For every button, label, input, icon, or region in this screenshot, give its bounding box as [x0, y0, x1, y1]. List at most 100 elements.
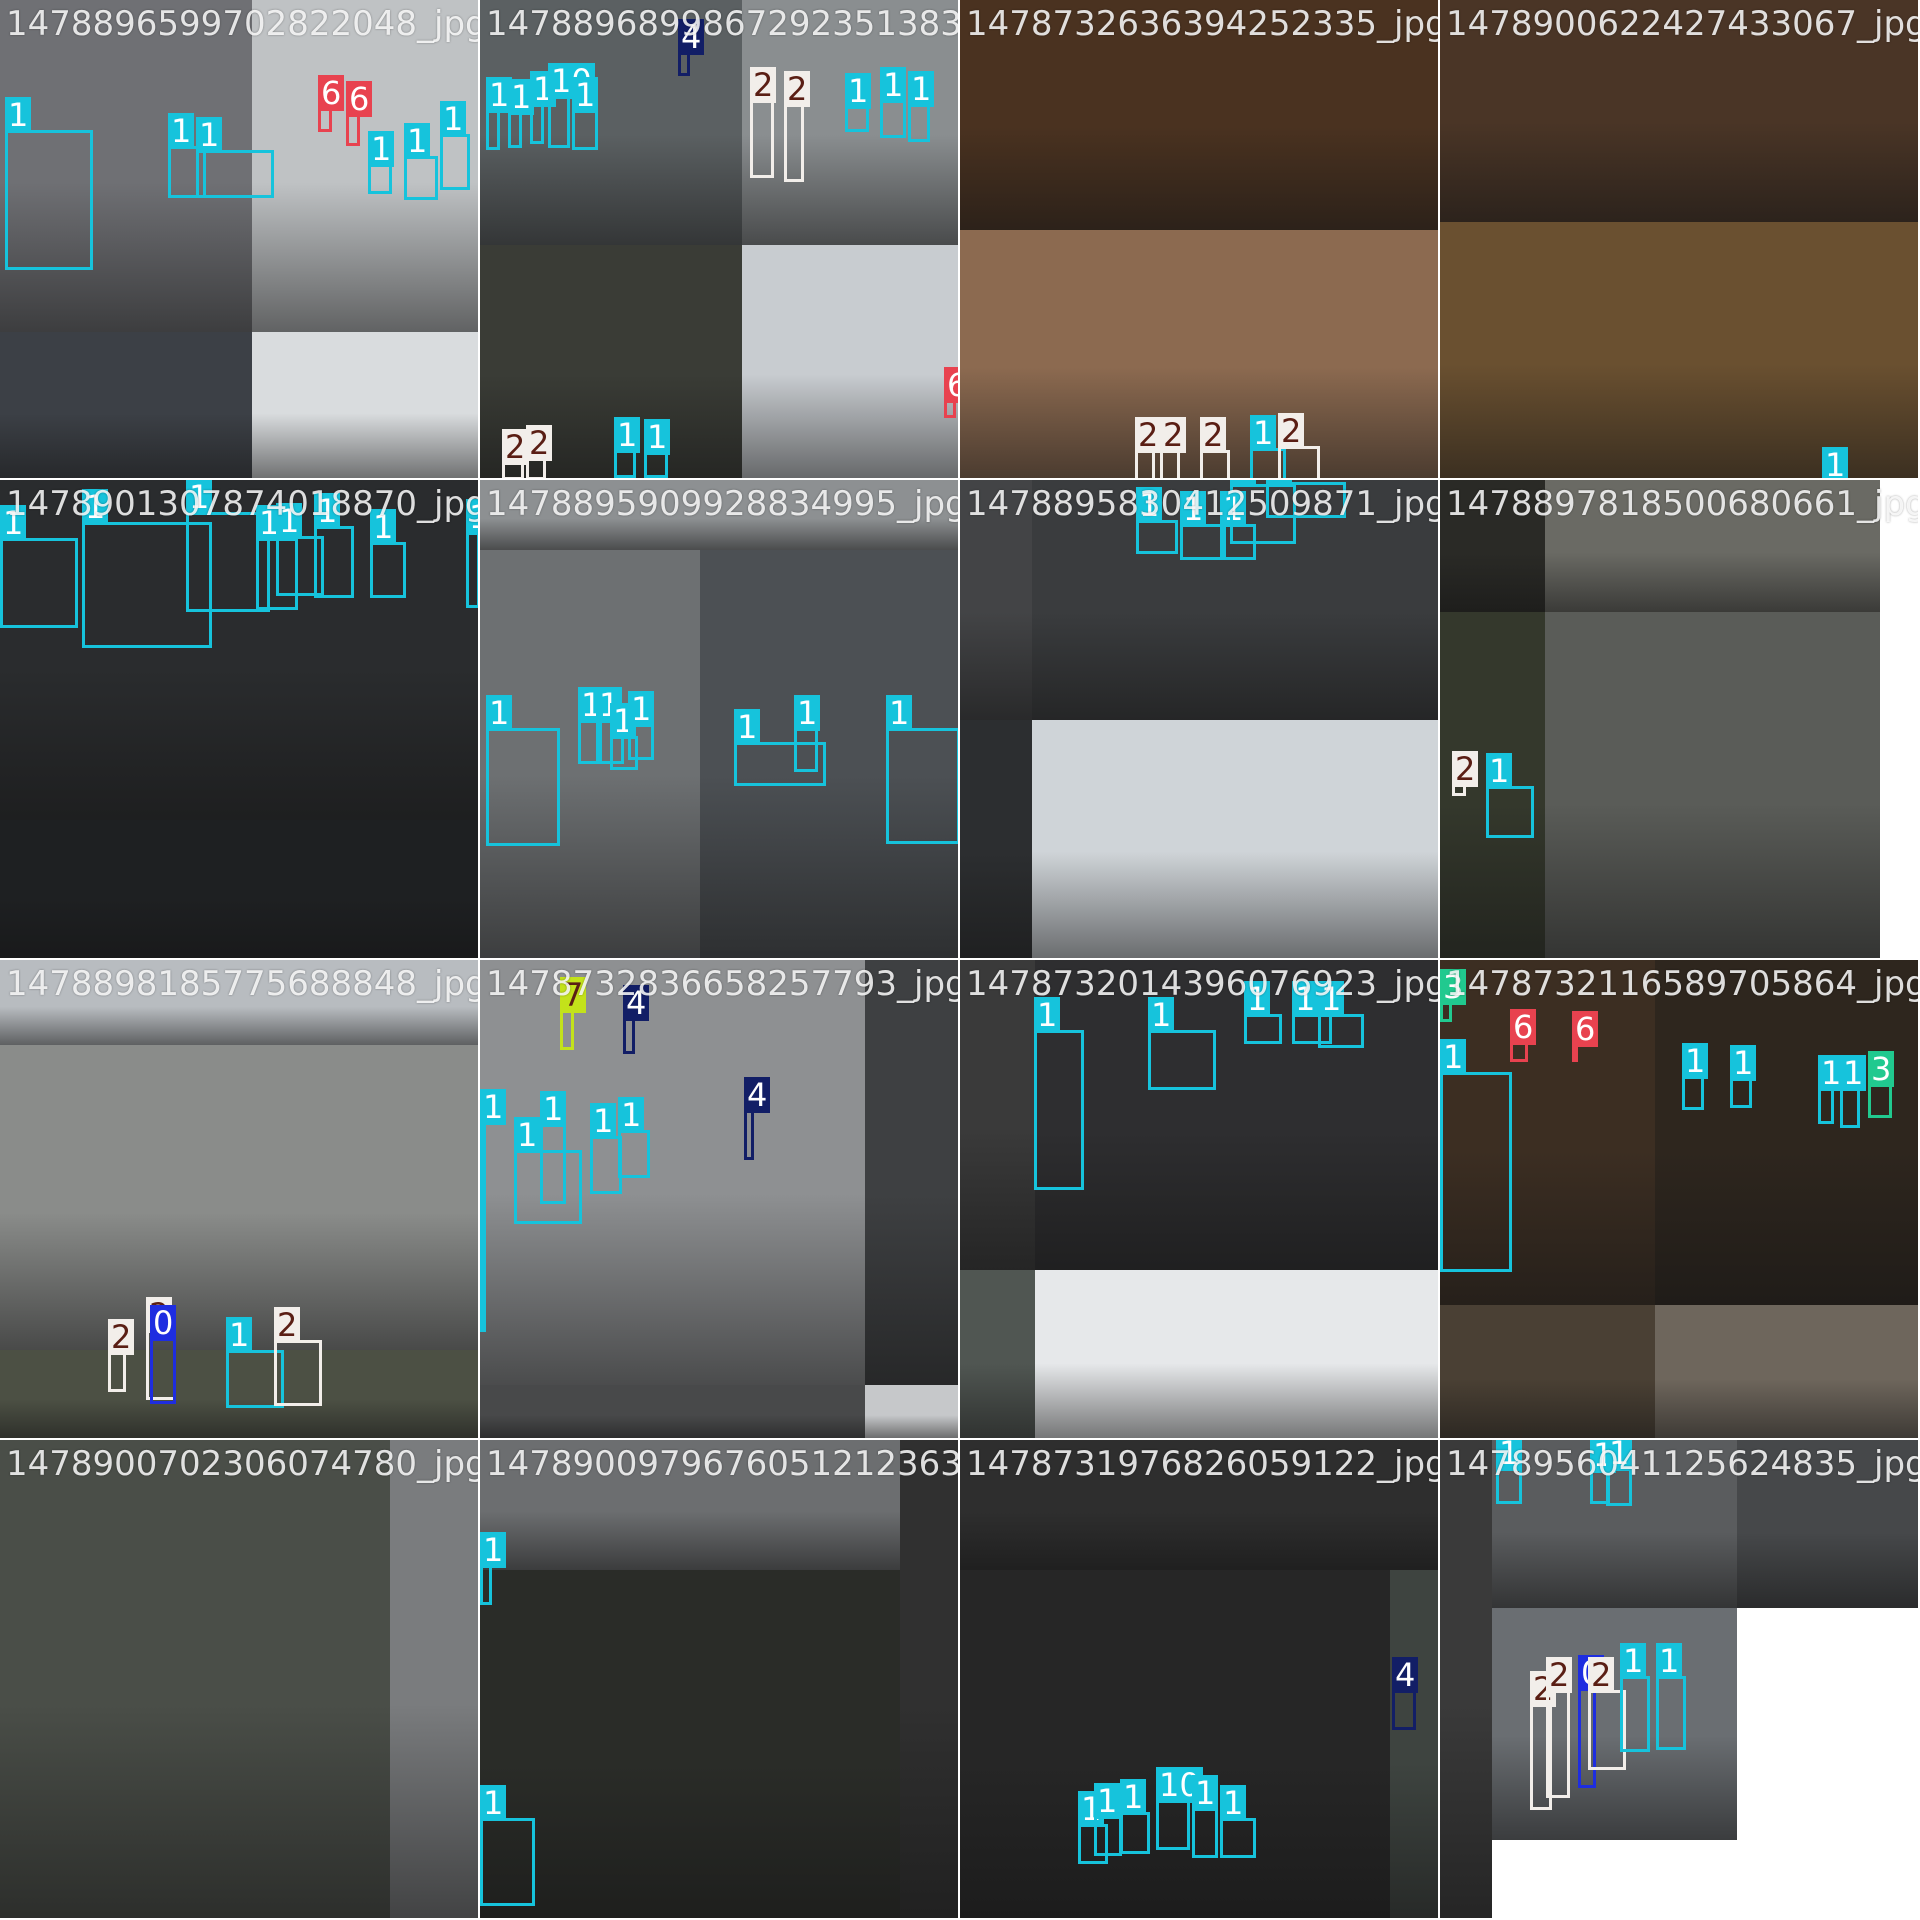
class-label: 1: [514, 1117, 541, 1153]
class-label: 3: [1440, 969, 1467, 1005]
detection-box: 6: [1572, 1011, 1599, 1062]
class-label: 1: [1094, 1783, 1121, 1819]
detection-box: 1: [1840, 1055, 1867, 1128]
class-label: 1: [908, 71, 935, 107]
class-label: 1: [466, 499, 478, 535]
detection-box: 1: [1496, 1440, 1523, 1504]
tile-subimage: [0, 1045, 478, 1350]
tile-subimage: [960, 960, 1035, 1270]
tile-subimage: [480, 1570, 900, 1918]
class-label: 3: [1868, 1051, 1895, 1087]
detection-box: 7: [560, 977, 587, 1050]
mosaic-tile: 1478900702306074780_jpg: [0, 1440, 480, 1920]
class-label: 1: [368, 131, 395, 167]
class-label: 1: [590, 1103, 617, 1139]
class-label: 1: [1682, 1043, 1709, 1079]
mosaic-tile: 111111111478901307874018870_jpg: [0, 480, 480, 960]
class-label: 1: [1192, 1775, 1219, 1811]
detection-box: 2: [1160, 417, 1187, 478]
detection-box: 1: [794, 695, 821, 772]
class-label: 1: [1730, 1045, 1757, 1081]
detection-box: 1: [1318, 981, 1364, 1048]
mosaic-tile: 3 6 6 1 1 1 1 1 3 1478732116589705864_jpg: [1440, 960, 1920, 1440]
tile-subimage: [960, 1440, 1438, 1570]
class-label: 1: [1496, 1440, 1523, 1471]
detection-box: 2: [274, 1307, 322, 1406]
class-label: 2: [1452, 751, 1479, 787]
detection-box: 2: [1278, 413, 1320, 478]
detection-box: 1: [466, 499, 478, 608]
mosaic-tile: 4 1 1 1 10 1 1 1478731976826059122_jpg: [960, 1440, 1440, 1920]
detection-box: 2: [1200, 417, 1230, 478]
class-label: 1: [1656, 1643, 1683, 1679]
detection-box: 4: [1392, 1657, 1419, 1730]
class-label: 1: [1220, 1785, 1247, 1821]
tile-subimage: [960, 720, 1032, 958]
detection-box: 1: [480, 1089, 507, 1332]
tile-subimage: [1655, 960, 1918, 1305]
mosaic-tile: 111111478895830412509871_jpg: [960, 480, 1440, 960]
detection-box: 1: [314, 493, 354, 598]
detection-box: 4: [744, 1077, 771, 1160]
class-label: 6: [1572, 1011, 1599, 1047]
class-label: 1: [1180, 491, 1207, 527]
class-label: 1: [1230, 480, 1257, 487]
mosaic-tile: 7 4 4 1 1 1 1 1 1478732836658257793_jpg: [480, 960, 960, 1440]
class-label: 1: [1148, 997, 1175, 1033]
detection-box: 0: [150, 1305, 177, 1404]
class-label: 2: [1546, 1657, 1573, 1693]
class-label: 1: [314, 493, 341, 529]
class-label: 1: [644, 419, 671, 455]
class-label: 1: [1034, 997, 1061, 1033]
tile-subimage: [1545, 612, 1880, 958]
tile-subimage: [960, 1270, 1035, 1438]
detection-box: 3: [1868, 1051, 1895, 1118]
detection-box: 1: [1730, 1045, 1757, 1108]
class-label: 4: [623, 985, 650, 1021]
tile-subimage: [1440, 222, 1918, 478]
detection-box: 3: [1440, 969, 1467, 1022]
class-label: 1: [480, 1089, 507, 1125]
class-label: 1: [628, 691, 655, 727]
detection-box: 4: [623, 985, 650, 1054]
class-label: 1: [196, 117, 223, 153]
class-label: 1: [845, 73, 872, 109]
class-label: 1: [486, 695, 513, 731]
mosaic-tile: 1 1478900622427433067_jpg: [1440, 0, 1920, 480]
detection-box: 6: [318, 75, 345, 132]
class-label: 1: [734, 709, 761, 745]
detection-box: 1: [1136, 487, 1178, 554]
detection-box: 1: [404, 123, 438, 200]
class-label: 1: [1250, 415, 1277, 451]
class-label: 6: [346, 81, 373, 117]
class-label: 2: [502, 429, 529, 465]
detection-box: 2: [1546, 1657, 1573, 1798]
tile-subimage: [960, 480, 1032, 720]
tile-subimage: [1440, 0, 1918, 222]
detection-box: 1: [1440, 1039, 1512, 1272]
detection-box: 1: [628, 691, 655, 760]
tile-subimage: [1440, 480, 1545, 612]
detection-box: 4: [678, 19, 705, 76]
tile-subimage: [865, 960, 958, 1385]
class-label: 1: [276, 503, 303, 539]
class-label: 1: [480, 1785, 507, 1821]
tile-subimage: [1440, 1440, 1492, 1918]
class-label: 1: [794, 695, 821, 731]
detection-box: 6: [944, 367, 958, 418]
class-label: 4: [744, 1077, 771, 1113]
class-label: 1: [1136, 487, 1163, 523]
detection-box: 10: [548, 63, 595, 148]
tile-subimage: [0, 332, 252, 478]
class-label: 6: [1510, 1009, 1537, 1045]
class-label: 1: [1318, 981, 1345, 1017]
tile-subimage: [0, 820, 478, 958]
detection-box: 1: [845, 73, 872, 132]
detection-box: 10: [1156, 1767, 1203, 1850]
tile-subimage: [390, 1440, 478, 1918]
detection-box: 1: [1606, 1440, 1633, 1506]
class-label: 1: [540, 1091, 567, 1127]
class-label: 1: [404, 123, 431, 159]
class-label: 1: [1120, 1779, 1147, 1815]
tile-subimage: [900, 1440, 958, 1918]
